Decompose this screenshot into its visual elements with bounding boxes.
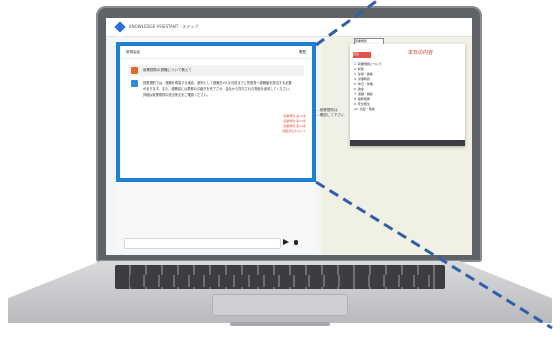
zoom-guide-lines <box>315 0 553 330</box>
zoom-guide-line-top <box>315 0 379 47</box>
zoom-guide-line-bottom <box>315 180 553 330</box>
